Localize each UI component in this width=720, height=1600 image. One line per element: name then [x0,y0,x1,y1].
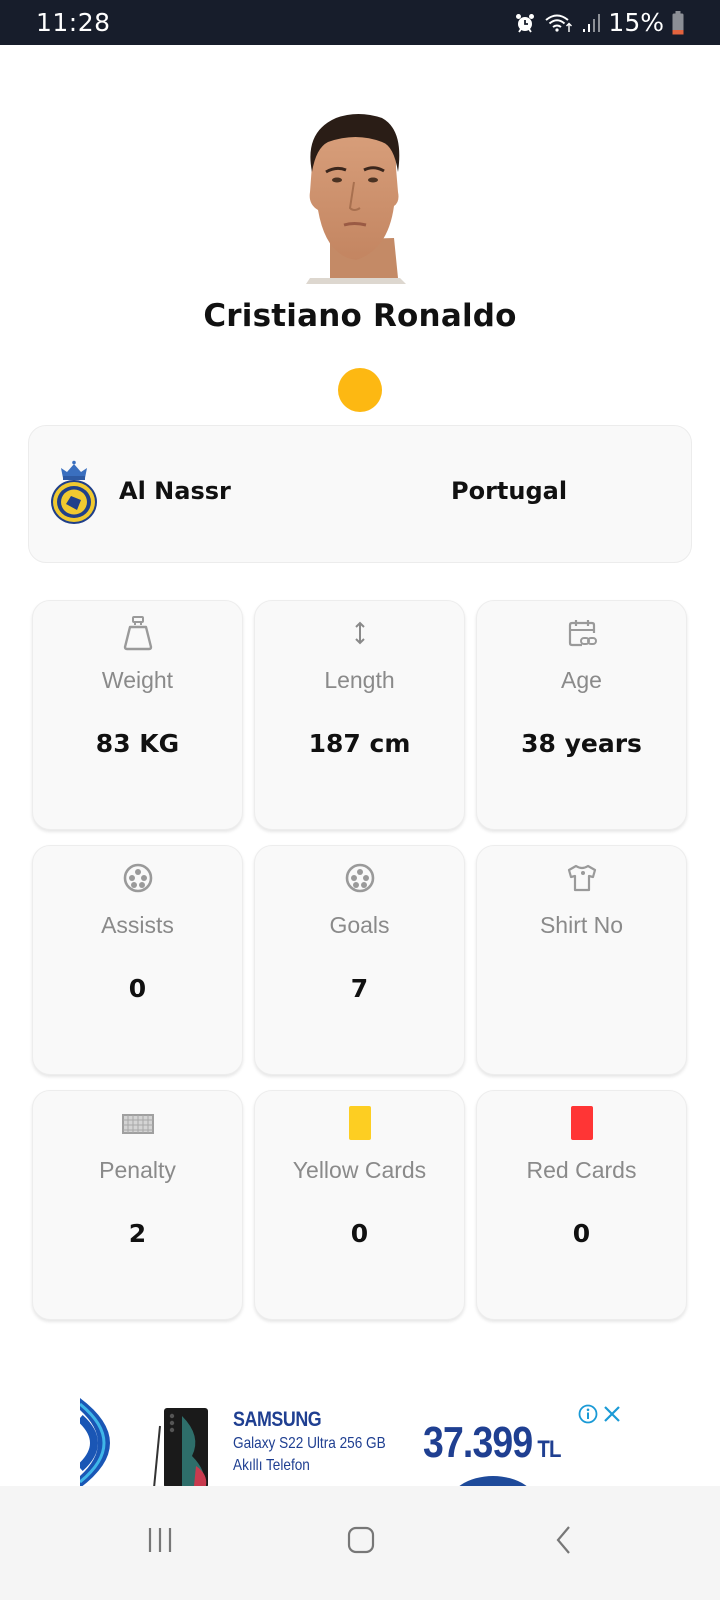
status-icons: 15% [514,8,684,37]
ad-price: 37.399 TL [423,1418,561,1468]
ad-model: Galaxy S22 Ultra 256 GB [233,1435,386,1452]
back-button[interactable] [534,1510,594,1570]
weight-icon [120,615,156,651]
stat-value: 0 [350,1219,369,1248]
red-card-icon [564,1105,600,1141]
shirt-icon [564,860,600,896]
ad-swirl-graphic [80,1398,110,1488]
stat-label: Yellow Cards [292,1157,427,1183]
system-nav-bar [0,1486,720,1600]
club-card[interactable]: Al Nassr Portugal [28,425,692,563]
stat-value: 7 [350,974,369,1003]
battery-percent: 15% [608,8,664,37]
home-button[interactable] [331,1510,391,1570]
stat-label: Red Cards [526,1157,637,1183]
stat-card-age: Age 38 years [476,600,687,830]
alarm-icon [514,12,536,34]
stat-card-weight: Weight 83 KG [32,600,243,830]
stat-label: Goals [329,912,390,938]
stat-label: Shirt No [539,912,624,938]
ad-banner[interactable]: SAMSUNG Galaxy S22 Ultra 256 GB Akıllı T… [80,1398,640,1488]
status-bar: 11:28 15% [0,0,720,45]
stats-grid: Weight 83 KG Length 187 cm Age 38 years [32,600,688,1320]
player-name: Cristiano Ronaldo [203,298,517,334]
club-name: Al Nassr [119,477,231,505]
soccer-ball-icon [120,860,156,896]
ad-phone-image [153,1408,208,1488]
recent-apps-icon [148,1528,172,1552]
battery-icon [672,10,684,35]
ad-currency: TL [537,1436,561,1463]
stat-value: 0 [128,974,147,1003]
goal-net-icon [120,1105,156,1141]
stat-value: 38 years [521,729,642,758]
soccer-ball-icon [342,860,378,896]
stat-label: Age [561,667,602,693]
player-photo [296,110,414,284]
stat-value: 83 KG [95,729,180,758]
stat-card-penalty: Penalty 2 [32,1090,243,1320]
stat-label: Penalty [99,1157,176,1183]
ad-brand: SAMSUNG [233,1408,322,1431]
stat-value: 0 [572,1219,591,1248]
stat-card-yellow-cards: Yellow Cards 0 [254,1090,465,1320]
status-time: 11:28 [36,8,111,37]
wifi-icon [544,12,574,34]
ad-close-icon[interactable] [602,1404,622,1424]
stat-label: Length [324,667,395,693]
yellow-card-icon [342,1105,378,1141]
ad-description: Akıllı Telefon [233,1457,310,1474]
signal-icon [582,12,601,34]
country-name: Portugal [451,477,568,505]
ad-price-value: 37.399 [423,1418,533,1467]
stat-card-red-cards: Red Cards 0 [476,1090,687,1320]
back-icon [556,1526,570,1554]
calendar-age-icon [564,615,600,651]
stat-value: 187 cm [308,729,411,758]
stat-card-length: Length 187 cm [254,600,465,830]
stat-value: 2 [128,1219,147,1248]
ad-info-icon[interactable] [578,1404,598,1424]
recent-apps-button[interactable] [130,1510,190,1570]
stat-label: Assists [101,912,174,938]
stat-label: Weight [101,667,174,693]
stat-card-assists: Assists 0 [32,845,243,1075]
home-icon [347,1526,375,1554]
status-dot [338,368,382,412]
stat-card-shirt-no: Shirt No [476,845,687,1075]
stat-card-goals: Goals 7 [254,845,465,1075]
height-arrows-icon [342,615,378,651]
club-crest-icon [49,460,99,524]
